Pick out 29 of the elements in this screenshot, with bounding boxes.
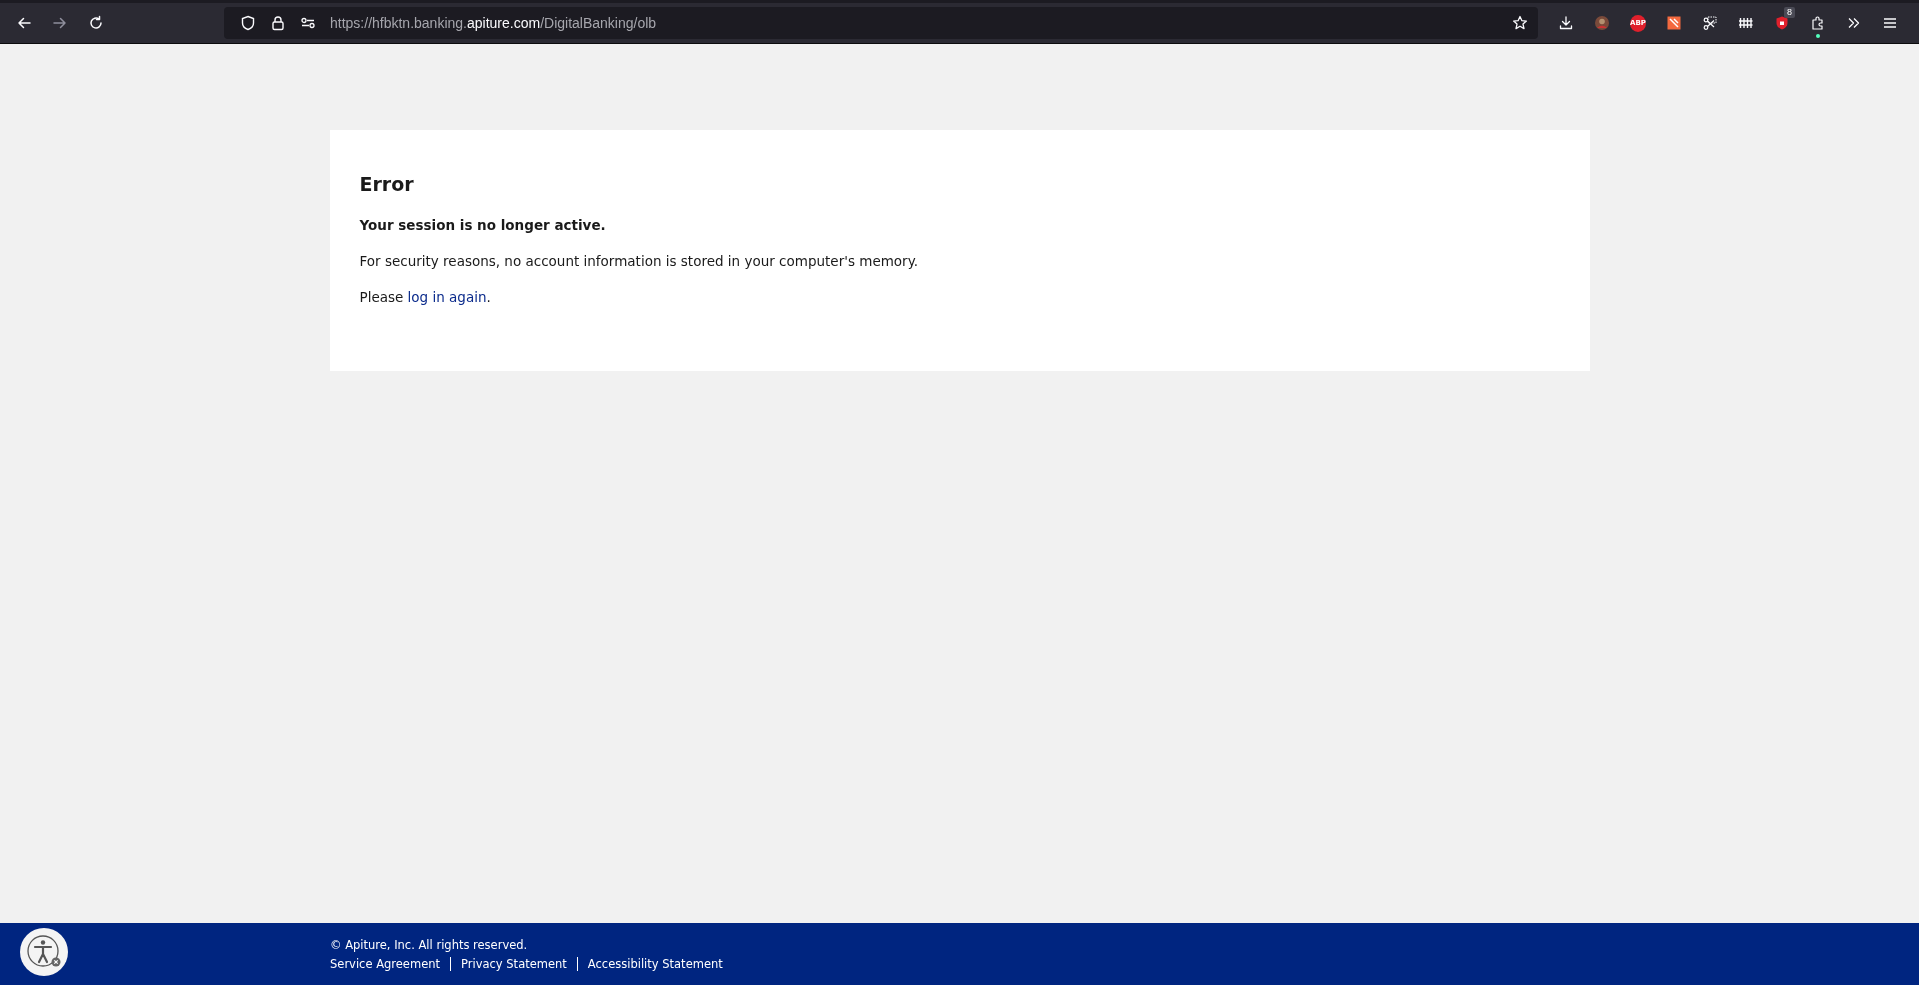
status-dot (1816, 34, 1820, 38)
shield-icon[interactable] (240, 15, 256, 31)
error-title: Error (359, 172, 415, 196)
shield-extension-icon[interactable] (1774, 15, 1790, 31)
session-message: Your session is no longer active. (359, 216, 607, 234)
puzzle-icon[interactable] (1810, 15, 1826, 31)
address-bar[interactable]: https://hfbktn.banking.apiture.com/DigitalBanking/olb (224, 7, 1538, 39)
accessibility-button[interactable] (20, 928, 68, 976)
login-link[interactable]: log in again (407, 289, 487, 305)
back-arrow-icon[interactable] (16, 15, 32, 31)
login-prompt: Please log in again. (359, 288, 492, 306)
footer-link[interactable]: Privacy Statement (461, 956, 567, 971)
fence-icon[interactable] (1738, 15, 1754, 31)
star-icon[interactable] (1512, 15, 1528, 31)
avatar-icon[interactable] (1594, 15, 1610, 31)
security-message: For security reasons, no account information is stored in your computer's memory. (359, 252, 919, 270)
url-text: https://hfbktn.banking.apiture.com/DigitalBanking/olb (330, 15, 657, 31)
reload-icon[interactable] (88, 15, 104, 31)
copyright-text: © Apiture, Inc. All rights reserved. (330, 937, 529, 952)
overflow-icon[interactable] (1846, 15, 1862, 31)
download-icon[interactable] (1558, 15, 1574, 31)
striped-tile-icon[interactable] (1666, 15, 1682, 31)
extension-badge: 8 (1784, 7, 1795, 18)
footer-link[interactable]: Service Agreement (330, 956, 441, 971)
permissions-icon[interactable] (300, 15, 316, 31)
lock-icon[interactable] (270, 15, 286, 31)
menu-icon[interactable] (1882, 15, 1898, 31)
scissors-icon[interactable] (1702, 15, 1718, 31)
footer-link[interactable]: Accessibility Statement (587, 956, 723, 971)
